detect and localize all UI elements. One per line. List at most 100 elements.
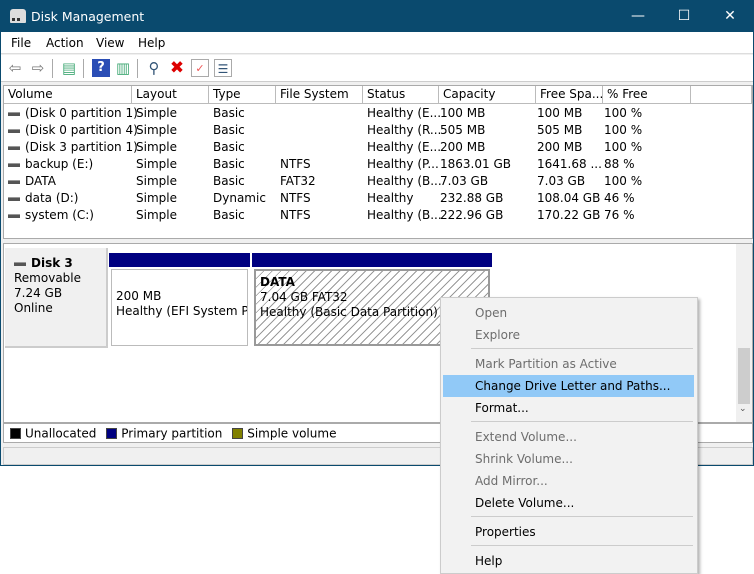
cell-text: 232.88 GB	[440, 191, 504, 205]
scrollbar-thumb[interactable]	[738, 348, 750, 404]
window-title: Disk Management	[31, 9, 145, 24]
cell-text: (Disk 0 partition 1)	[25, 106, 138, 120]
cell-free-space: 100 MB	[537, 105, 582, 122]
cell-status: Healthy (E...	[367, 139, 441, 156]
legend-simple: Simple volume	[247, 426, 337, 441]
cell-text: Healthy	[367, 191, 414, 205]
cell-text: (Disk 0 partition 4)	[25, 123, 138, 137]
menu-file[interactable]: File	[11, 36, 31, 50]
cell-free-space: 108.04 GB	[537, 190, 600, 207]
cell-type: Dynamic	[213, 190, 266, 207]
cell-status: Healthy	[367, 190, 414, 207]
cell-free-space: 200 MB	[537, 139, 582, 156]
column-header-volume[interactable]: Volume	[4, 86, 132, 104]
disk-icon	[14, 261, 26, 266]
properties-icon[interactable]: ✓	[191, 59, 209, 77]
primary-partition-bar	[109, 253, 250, 267]
partition-efi[interactable]: 200 MB Healthy (EFI System Part	[109, 253, 250, 348]
toolbar: ⇦ ⇨ ▤ ? ▥ ⚲ ✖ ✓ ☰	[1, 55, 753, 82]
cell-volume: backup (E:)	[8, 156, 93, 173]
cell-file-system: FAT32	[280, 173, 316, 190]
partition-name: DATA	[260, 275, 295, 289]
disk-name: Disk 3	[31, 256, 73, 270]
cell-text: Basic	[213, 174, 245, 188]
disk-3-info[interactable]: Disk 3 Removable 7.24 GB Online	[5, 248, 108, 348]
close-button[interactable]: ✕	[707, 1, 753, 32]
show-hide-action-pane-icon[interactable]: ▥	[114, 59, 132, 77]
cell-file-system: NTFS	[280, 190, 311, 207]
menu-item-format[interactable]: Format...	[443, 397, 694, 419]
cell-text: 505 MB	[537, 123, 583, 137]
cell-percent-free: 100 %	[604, 173, 642, 190]
toolbar-separator	[137, 59, 138, 78]
drive-icon	[8, 162, 20, 167]
legend-swatch-primary	[106, 428, 118, 439]
drive-icon	[8, 196, 20, 201]
column-header-percent-free[interactable]: % Free	[603, 86, 691, 104]
cell-volume: DATA	[8, 173, 56, 190]
cell-volume: (Disk 0 partition 4)	[8, 122, 138, 139]
drive-icon	[8, 128, 20, 133]
cell-percent-free: 100 %	[604, 122, 642, 139]
cell-type: Basic	[213, 105, 245, 122]
cell-text: data (D:)	[25, 191, 79, 205]
column-header-layout[interactable]: Layout	[132, 86, 209, 104]
cell-text: Basic	[213, 140, 245, 154]
menu-help[interactable]: Help	[138, 36, 165, 50]
cell-capacity: 1863.01 GB	[440, 156, 511, 173]
menu-item-explore: Explore	[475, 328, 521, 342]
cell-text: 222.96 GB	[440, 208, 504, 222]
menu-item-open: Open	[475, 306, 508, 320]
scroll-down-icon[interactable]: ⌄	[739, 404, 747, 414]
cell-free-space: 7.03 GB	[537, 173, 585, 190]
show-hide-console-tree-icon[interactable]: ▤	[60, 59, 78, 77]
menu-view[interactable]: View	[96, 36, 124, 50]
column-header-free-space[interactable]: Free Spa...	[536, 86, 603, 104]
cell-capacity: 100 MB	[440, 105, 485, 122]
minimize-button[interactable]: —	[615, 1, 661, 32]
cell-capacity: 7.03 GB	[440, 173, 488, 190]
toolbar-separator	[52, 59, 53, 78]
menu-item-change-drive-letter-and-paths[interactable]: Change Drive Letter and Paths...	[443, 375, 694, 397]
menu-item-properties[interactable]: Properties	[443, 521, 694, 543]
cell-text: 7.03 GB	[440, 174, 489, 188]
menu-item-help[interactable]: Help	[443, 550, 694, 572]
cell-text: Simple	[136, 157, 177, 171]
forward-icon[interactable]: ⇨	[29, 59, 47, 77]
vertical-scrollbar[interactable]: ⌄	[736, 244, 752, 422]
column-header-status[interactable]: Status	[363, 86, 439, 104]
column-header-capacity[interactable]: Capacity	[439, 86, 536, 104]
partition-size: 200 MB	[116, 289, 162, 303]
cell-text: NTFS	[280, 191, 311, 205]
cell-text: Basic	[213, 106, 245, 120]
back-icon[interactable]: ⇦	[6, 59, 24, 77]
help-icon[interactable]: ?	[92, 59, 110, 77]
checklist-icon[interactable]: ☰	[214, 59, 232, 77]
cell-capacity: 200 MB	[440, 139, 485, 156]
legend-unallocated: Unallocated	[25, 426, 97, 441]
maximize-button[interactable]: ☐	[661, 1, 707, 32]
cell-text: Simple	[136, 106, 177, 120]
drive-icon	[8, 111, 20, 116]
cell-text: 100 MB	[537, 106, 583, 120]
disk-management-icon	[10, 9, 26, 23]
menu-item-mark-partition-as-active: Mark Partition as Active	[475, 357, 617, 371]
disk-size: 7.24 GB	[14, 286, 63, 300]
partition-status: Healthy (EFI System Part	[116, 304, 248, 318]
menu-item-shrink-volume: Shrink Volume...	[475, 452, 573, 466]
delete-icon[interactable]: ✖	[168, 59, 186, 77]
cell-text: FAT32	[280, 174, 316, 188]
cell-layout: Simple	[136, 190, 177, 207]
cell-percent-free: 76 %	[604, 207, 635, 224]
connect-disk-icon[interactable]: ⚲	[145, 59, 163, 77]
drive-icon	[8, 145, 20, 150]
cell-percent-free: 100 %	[604, 139, 642, 156]
column-header-type[interactable]: Type	[209, 86, 276, 104]
menu-item-extend-volume: Extend Volume...	[475, 430, 577, 444]
cell-text: Simple	[136, 123, 177, 137]
menu-item-delete-volume[interactable]: Delete Volume...	[443, 492, 694, 514]
cell-layout: Simple	[136, 105, 177, 122]
cell-text: 76 %	[604, 208, 635, 222]
column-header-file-system[interactable]: File System	[276, 86, 363, 104]
menu-action[interactable]: Action	[46, 36, 84, 50]
